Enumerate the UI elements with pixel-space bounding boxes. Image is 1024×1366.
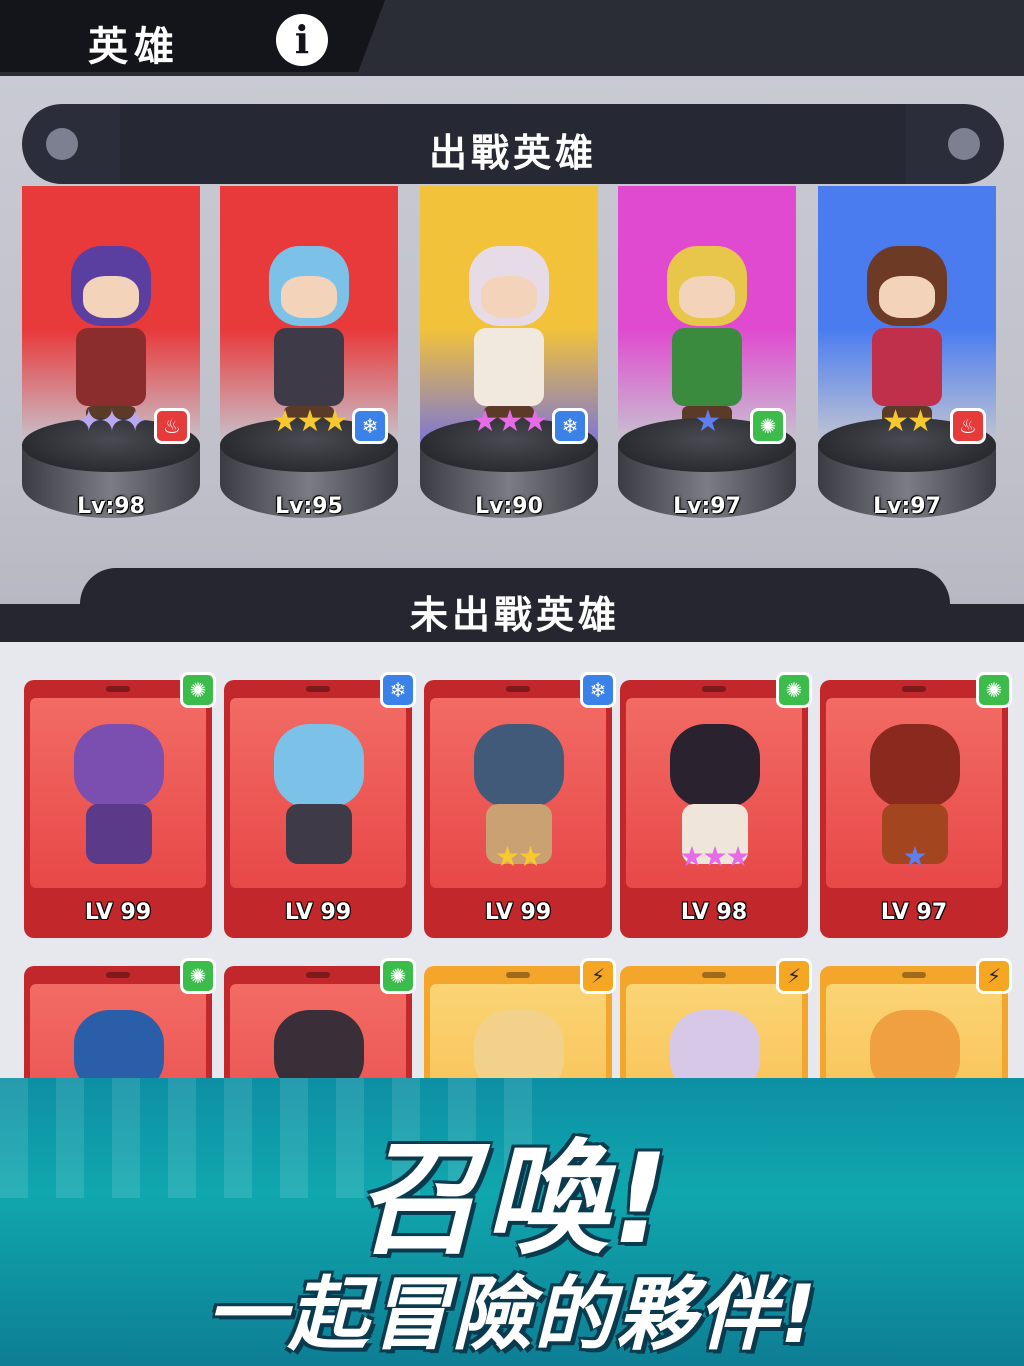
star-rating: ★★ bbox=[882, 404, 934, 439]
card-hero-figure bbox=[264, 720, 374, 870]
hero-card[interactable]: ★ ✺ LV 97 bbox=[820, 672, 1012, 938]
card-hero-head bbox=[74, 724, 164, 808]
ice-element-icon: ❄ bbox=[580, 672, 616, 708]
card-star-rating: ★★★ bbox=[679, 840, 750, 873]
hero-slot[interactable]: ✺ ★ Lv:97 bbox=[618, 186, 796, 530]
card-hero-head bbox=[870, 724, 960, 808]
wind-element-icon: ✺ bbox=[180, 672, 216, 708]
hero-card[interactable]: ✺ LV 99 bbox=[24, 672, 216, 938]
card-hanger bbox=[902, 686, 926, 692]
reserve-banner: 未出戰英雄 bbox=[80, 568, 950, 642]
hero-level: Lv:95 bbox=[275, 494, 343, 519]
wind-element-icon: ✺ bbox=[776, 672, 812, 708]
card-level: LV 97 bbox=[880, 900, 948, 925]
hero-face bbox=[481, 276, 537, 318]
hero-slot[interactable]: ♨ ✦✦✦ Lv:98 bbox=[22, 186, 200, 530]
card-hero-figure bbox=[64, 720, 174, 870]
card-level: LV 99 bbox=[484, 900, 552, 925]
reserve-title: 未出戰英雄 bbox=[409, 593, 620, 637]
hero-card[interactable]: ★★★ ✺ LV 98 bbox=[620, 672, 812, 938]
hero-level: Lv:97 bbox=[673, 494, 741, 519]
deployed-banner: 出戰英雄 bbox=[22, 104, 1004, 184]
star-rating: ★★★ bbox=[271, 404, 349, 439]
card-hanger bbox=[506, 686, 530, 692]
card-level: LV 99 bbox=[84, 900, 152, 925]
wind-element-icon: ✺ bbox=[976, 672, 1012, 708]
ice-element-icon: ❄ bbox=[380, 672, 416, 708]
top-bar: 英雄 i bbox=[0, 0, 1024, 76]
hero-face bbox=[679, 276, 735, 318]
card-hanger bbox=[702, 972, 726, 978]
hero-level: Lv:90 bbox=[475, 494, 543, 519]
card-level: LV 98 bbox=[680, 900, 748, 925]
hero-body bbox=[274, 328, 344, 406]
card-hanger bbox=[702, 686, 726, 692]
hero-face bbox=[879, 276, 935, 318]
hero-slot[interactable]: ❄ ★★★ Lv:95 bbox=[220, 186, 398, 530]
star-rating: ✦✦✦ bbox=[76, 404, 147, 439]
bolt-element-icon: ⚡ bbox=[580, 958, 616, 994]
hero-card[interactable]: ★★ ❄ LV 99 bbox=[424, 672, 616, 938]
card-hanger bbox=[106, 686, 130, 692]
card-hanger bbox=[506, 972, 530, 978]
promo-banner: 召喚! 一起冒險的夥伴! bbox=[0, 1078, 1024, 1366]
card-hanger bbox=[306, 686, 330, 692]
wind-element-icon: ✺ bbox=[380, 958, 416, 994]
hero-card[interactable]: ❄ LV 99 bbox=[224, 672, 416, 938]
hero-face bbox=[83, 276, 139, 318]
card-hero-head bbox=[670, 724, 760, 808]
bolt-element-icon: ⚡ bbox=[776, 958, 812, 994]
card-star-rating: ★ bbox=[902, 840, 927, 873]
hero-body bbox=[474, 328, 544, 406]
hero-level: Lv:98 bbox=[77, 494, 145, 519]
info-icon[interactable]: i bbox=[276, 14, 328, 66]
star-rating: ★ bbox=[694, 404, 722, 439]
wind-element-icon: ✺ bbox=[180, 958, 216, 994]
hero-body bbox=[872, 328, 942, 406]
card-hero-head bbox=[474, 724, 564, 808]
card-hero-body bbox=[286, 804, 352, 864]
hero-slot[interactable]: ❄ ★★★ Lv:90 bbox=[420, 186, 598, 530]
card-hanger bbox=[106, 972, 130, 978]
card-hanger bbox=[306, 972, 330, 978]
page-title: 英雄 bbox=[88, 24, 180, 70]
deployed-title: 出戰英雄 bbox=[428, 131, 597, 175]
hero-body bbox=[76, 328, 146, 406]
card-level: LV 99 bbox=[284, 900, 352, 925]
star-rating: ★★★ bbox=[471, 404, 549, 439]
card-star-rating: ★★ bbox=[494, 840, 543, 873]
promo-subline: 一起冒險的夥伴! bbox=[206, 1268, 819, 1361]
hero-face bbox=[281, 276, 337, 318]
card-hanger bbox=[902, 972, 926, 978]
bolt-element-icon: ⚡ bbox=[976, 958, 1012, 994]
card-hero-body bbox=[86, 804, 152, 864]
hero-body bbox=[672, 328, 742, 406]
hero-slot[interactable]: ♨ ★★ Lv:97 bbox=[818, 186, 996, 530]
hero-level: Lv:97 bbox=[873, 494, 941, 519]
card-hero-head bbox=[274, 724, 364, 808]
